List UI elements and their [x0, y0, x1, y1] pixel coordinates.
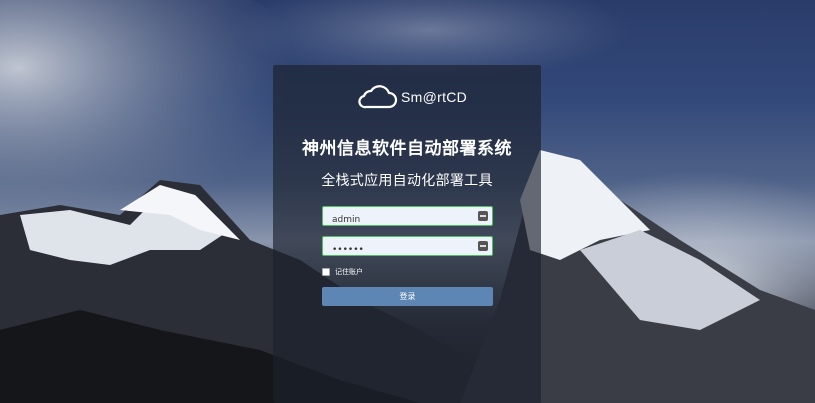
- remember-checkbox[interactable]: [322, 268, 330, 276]
- page-title: 神州信息软件自动部署系统: [302, 139, 512, 159]
- page-subtitle: 全栈式应用自动化部署工具: [321, 173, 493, 189]
- username-input[interactable]: [323, 211, 492, 229]
- brand-name: Sm@rtCD: [401, 89, 468, 105]
- username-field[interactable]: [322, 206, 493, 229]
- key-icon[interactable]: [478, 241, 488, 251]
- cloud-icon: [358, 85, 398, 109]
- login-panel: [273, 65, 541, 403]
- brand-logo: Sm@rtCD: [355, 84, 467, 110]
- remember-label: 记住账户: [335, 268, 363, 276]
- login-button[interactable]: 登录: [322, 287, 493, 306]
- password-field[interactable]: [322, 236, 493, 259]
- password-input[interactable]: [323, 241, 492, 259]
- key-icon[interactable]: [478, 211, 488, 221]
- remember-account[interactable]: 记住账户: [322, 266, 363, 278]
